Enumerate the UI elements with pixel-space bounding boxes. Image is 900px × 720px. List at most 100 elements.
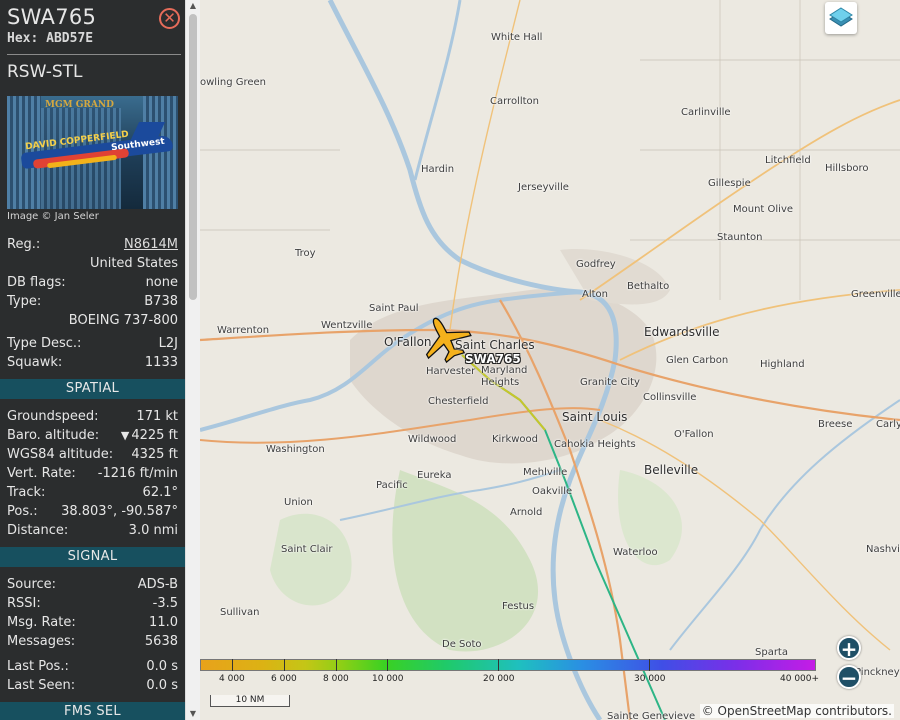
spatial-row-baro-alt: Baro. altitude: ▼ 4225 ft [7,428,178,444]
legend-tick [649,659,650,671]
place-label: Glen Carbon [666,355,729,366]
signal-row-last-seen: Last Seen: 0.0 s [7,678,178,694]
aircraft-map-label[interactable]: SWA765 [465,352,521,366]
minus-icon: − [840,666,858,690]
photo-credit: Image © Jan Seler [7,211,99,222]
signal-label: RSSI: [7,596,41,611]
legend-label: 4 000 [219,674,245,684]
spatial-value: 4325 ft [131,447,178,462]
illinois-river [413,0,462,181]
place-label: Sainte Genevieve [607,711,696,720]
place-label: Belleville [644,463,699,477]
zoom-in-button[interactable]: + [837,636,861,660]
legend-tick [336,659,337,671]
signal-label: Messages: [7,634,76,649]
place-label: Greenville [851,289,900,300]
place-label: Saint Paul [369,303,419,314]
baro-altitude-value: 4225 ft [131,428,178,443]
place-label: Saint Clair [281,544,333,555]
place-label: Hardin [421,164,455,175]
section-fms-sel: FMS SEL [0,702,185,720]
forest-area [270,513,352,606]
descending-arrow-icon: ▼ [120,429,130,442]
place-label: Wildwood [408,434,457,445]
info-row-squawk: Squawk: 1133 [7,355,178,371]
place-label: Oakville [532,486,573,497]
place-label: Mehlville [523,467,568,478]
signal-row-last-pos: Last Pos.: 0.0 s [7,659,178,675]
registration-link[interactable]: N8614M [124,237,178,252]
scale-bar: 10 NM [210,695,290,707]
legend-tick [387,659,388,671]
divider [7,54,181,55]
spatial-value: 171 kt [136,409,178,424]
map-attribution[interactable]: © OpenStreetMap contributors. [699,704,894,718]
signal-value: -3.5 [152,596,178,611]
spatial-value: -1216 ft/min [97,466,178,481]
info-row-country: United States [7,256,178,272]
signal-row-source: Source: ADS-B [7,577,178,593]
place-label: Staunton [717,232,763,243]
aircraft-photo[interactable]: MGM GRAND DAVID COPPERFIELD Southwest [7,96,178,209]
spatial-row-track: Track: 62.1° [7,485,178,501]
spatial-label: Distance: [7,523,69,538]
place-label: Maryland Heights [481,365,528,388]
layers-button[interactable] [825,2,857,34]
info-value: 1133 [144,355,178,370]
legend-label: 10 000 [372,674,404,684]
signal-label: Last Pos.: [7,659,69,674]
place-label: Waterloo [613,547,658,558]
spatial-row-distance: Distance: 3.0 nmi [7,523,178,539]
spatial-value: ▼ 4225 ft [121,428,178,443]
place-label: Gillespie [708,178,751,189]
signal-value: 5638 [144,634,178,649]
place-label: White Hall [491,32,543,43]
zoom-out-button[interactable]: − [837,665,861,689]
place-label: Godfrey [576,259,616,270]
scroll-up-arrow-icon[interactable]: ▲ [188,2,198,10]
info-row-type-full: BOEING 737-800 [7,313,178,329]
place-label: Cahokia Heights [554,439,636,450]
route: RSW-STL [7,62,83,82]
info-label: Type Desc.: [7,336,82,351]
signal-label: Last Seen: [7,678,76,693]
place-label: Mount Olive [733,204,794,215]
spatial-label: Vert. Rate: [7,466,76,481]
spatial-label: Pos.: [7,504,38,519]
signal-label: Msg. Rate: [7,615,76,630]
place-label: Washington [266,444,325,455]
close-button[interactable]: ✕ [159,8,180,29]
info-row-reg: Reg.: N8614M [7,237,178,253]
signal-row-msg-rate: Msg. Rate: 11.0 [7,615,178,631]
scrollbar-thumb[interactable] [189,14,197,300]
callsign: SWA765 [7,5,97,29]
legend-label: 20 000 [483,674,515,684]
info-value: L2J [158,336,178,351]
info-value: BOEING 737-800 [68,313,178,328]
spatial-row-wgs84: WGS84 altitude: 4325 ft [7,447,178,463]
place-label: Carrollton [490,96,539,107]
layers-icon [829,7,853,27]
place-label: Sullivan [220,607,260,618]
place-label: Saint Charles [455,338,535,352]
legend-label: 30 000 [634,674,666,684]
signal-row-rssi: RSSI: -3.5 [7,596,178,612]
legend-label: 8 000 [323,674,349,684]
map-view[interactable]: White Hall owling Green Carrollton Carli… [200,0,900,720]
spatial-row-groundspeed: Groundspeed: 171 kt [7,409,178,425]
place-label: Hillsboro [825,163,869,174]
info-value: none [145,275,178,290]
spatial-value: 62.1° [142,485,178,500]
place-label: Kirkwood [492,434,539,445]
info-label: Type: [7,294,42,309]
forest-area [392,470,539,652]
hex-label: Hex: [7,31,39,46]
spatial-label: WGS84 altitude: [7,447,114,462]
spatial-value: 3.0 nmi [128,523,178,538]
sidebar-scrollbar[interactable]: ▲ ▼ [185,0,200,720]
legend-label: 6 000 [271,674,297,684]
scroll-down-arrow-icon[interactable]: ▼ [188,710,198,718]
hex-row: Hex: ABD57E [7,31,93,46]
place-label: Edwardsville [644,325,720,339]
legend-tick [498,659,499,671]
